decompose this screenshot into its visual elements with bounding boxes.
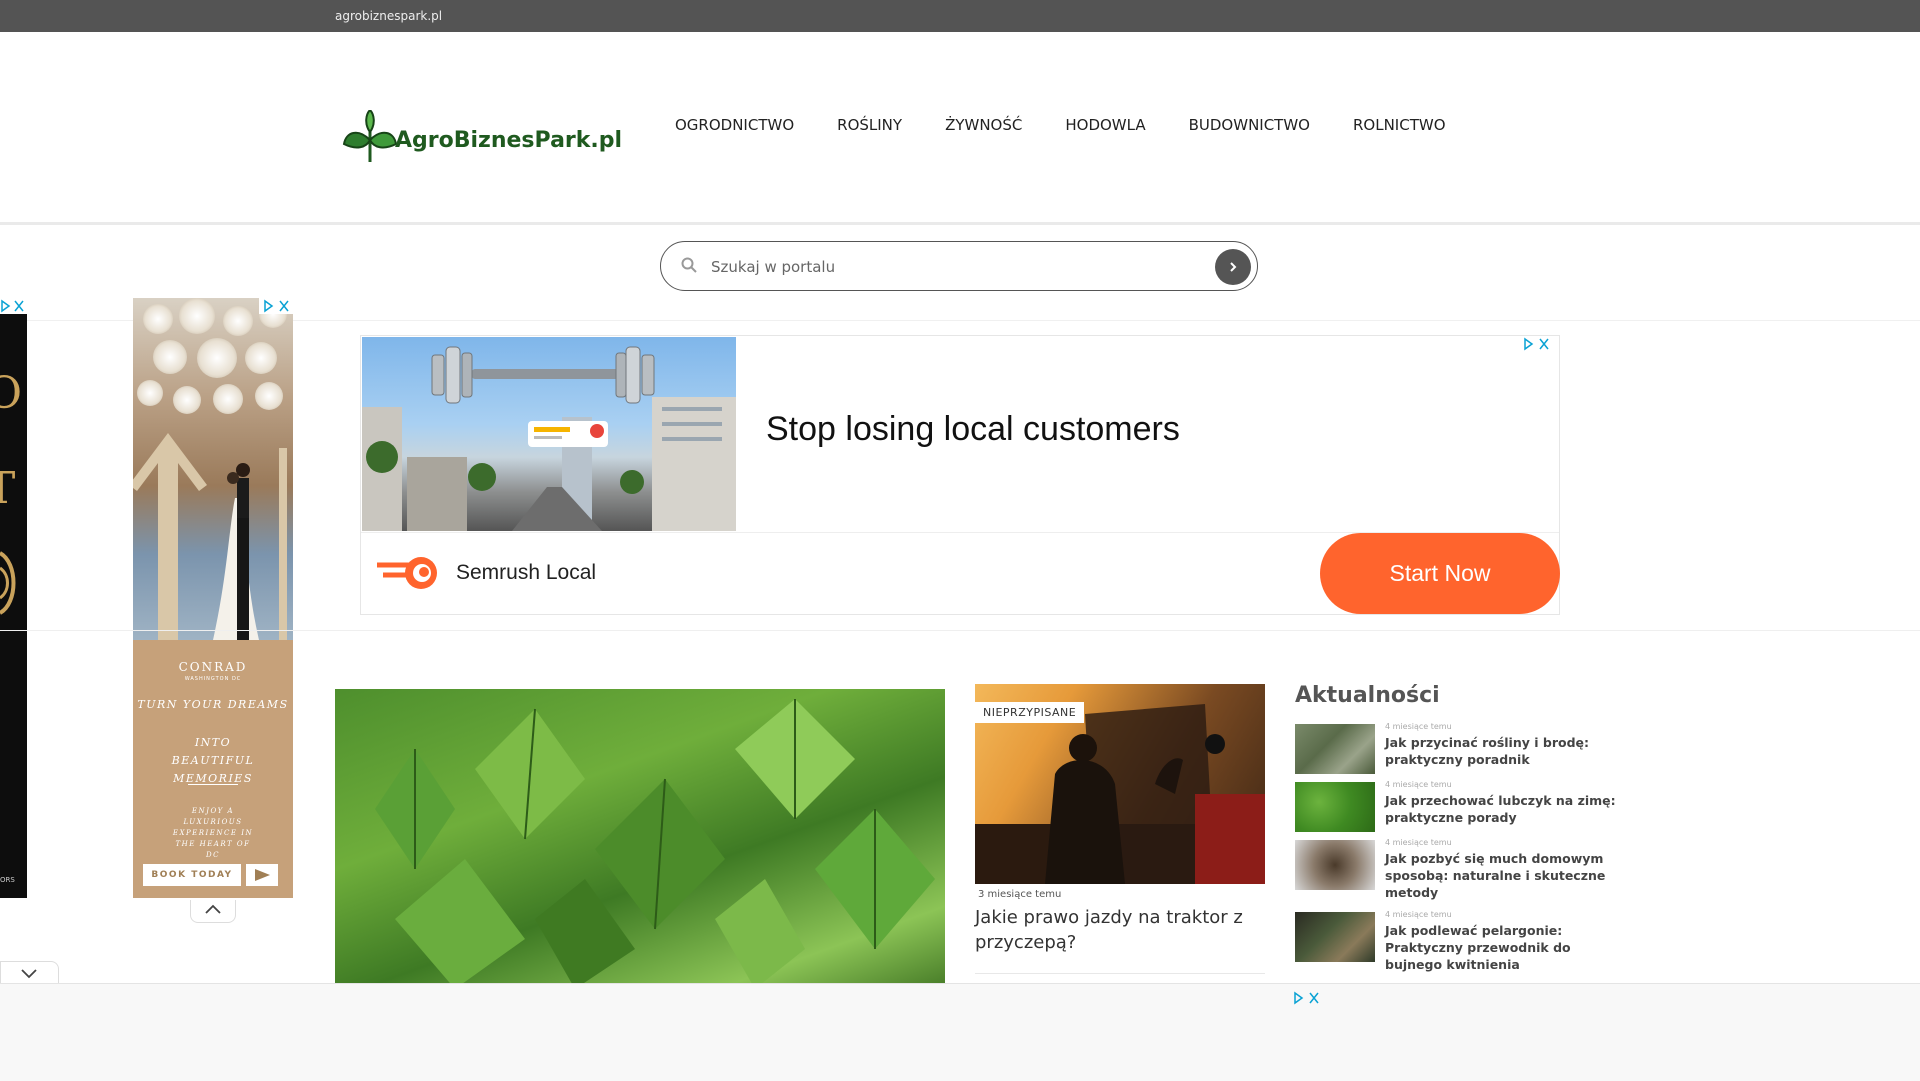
banner-ad[interactable]: Stop losing local customers Semrush Loca… (360, 335, 1560, 615)
news-item[interactable]: 4 miesiące temu Jak pozbyć się much domo… (1295, 838, 1625, 901)
news-date: 4 miesiące temu (1385, 722, 1452, 731)
adchoices-badge[interactable] (1519, 336, 1553, 352)
search-icon (681, 257, 697, 273)
ad-photo (133, 298, 293, 640)
news-date: 4 miesiące temu (1385, 780, 1452, 789)
ad-footer: Semrush Local Start Now (361, 532, 1560, 615)
bottom-anchor-ad[interactable] (0, 983, 1920, 1081)
adchoices-badge[interactable] (1293, 990, 1327, 1010)
nav-item-hodowla[interactable]: HODOWLA (1065, 116, 1145, 134)
adchoices-badge[interactable] (259, 298, 293, 314)
news-thumbnail (1295, 912, 1375, 962)
article-date: 3 miesiące temu (978, 889, 1062, 900)
site-domain: agrobiznespark.pl (335, 9, 443, 23)
search-input[interactable] (709, 252, 1163, 282)
semrush-logo-icon (377, 557, 437, 589)
expand-bottom-ad-tab[interactable] (0, 961, 59, 985)
adchoices-icon (264, 299, 289, 313)
adchoices-icon (1294, 991, 1319, 1005)
ad-photo-art (133, 433, 287, 640)
section-divider (0, 630, 1920, 631)
adchoices-badge[interactable] (0, 298, 27, 314)
ad-brand-name: Semrush Local (456, 561, 597, 584)
adchoices-icon (1524, 337, 1549, 351)
dumbbell-city-art (362, 346, 736, 531)
nav-item-ogrodnictwo[interactable]: OGRODNICTWO (675, 116, 794, 134)
ad-ornament (0, 551, 16, 615)
tower-ad[interactable]: CONRAD WASHINGTON DC TURN YOUR DREAMS IN… (133, 298, 293, 898)
site-logo[interactable]: AgroBiznesPark.pl (340, 98, 623, 188)
news-item[interactable]: 4 miesiące temu Jak przechować lubczyk n… (1295, 780, 1625, 842)
top-bar: agrobiznespark.pl (0, 0, 1920, 32)
site-header: AgroBiznesPark.pl OGRODNICTWO ROŚLINY ŻY… (0, 32, 1920, 225)
hero-article-image[interactable] (335, 689, 945, 984)
featured-article-image[interactable]: NIEPRZYPISANE (975, 684, 1265, 884)
article-title[interactable]: Jakie prawo jazdy na traktor z przyczepą… (975, 905, 1265, 955)
news-thumbnail (1295, 724, 1375, 774)
news-title[interactable]: Jak przechować lubczyk na zimę: praktycz… (1385, 792, 1625, 826)
news-date: 4 miesiące temu (1385, 910, 1452, 919)
ad-divider (188, 784, 238, 785)
news-item[interactable]: 4 miesiące temu Jak przycinać rośliny i … (1295, 722, 1625, 784)
search-box (660, 241, 1258, 291)
chevron-down-icon (21, 969, 37, 979)
news-title[interactable]: Jak przycinać rośliny i brodę: praktyczn… (1385, 734, 1625, 768)
ad-tagline-2: INTO BEAUTIFUL MEMORIES (171, 736, 255, 785)
news-thumbnail (1295, 840, 1375, 890)
adchoices-icon (1, 299, 24, 313)
category-badge[interactable]: NIEPRZYPISANE (975, 702, 1085, 723)
ad-tagline-3: ENJOY A LUXURIOUS EXPERIENCE IN THE HEAR… (172, 807, 254, 859)
main-nav: OGRODNICTWO ROŚLINY ŻYWNOŚĆ HODOWLA BUDO… (675, 116, 1489, 134)
news-thumbnail (1295, 782, 1375, 832)
nav-item-zywnosc[interactable]: ŻYWNOŚĆ (945, 116, 1022, 134)
ad-brand-sub: WASHINGTON DC (184, 676, 242, 682)
play-button[interactable] (246, 864, 278, 886)
book-today-button[interactable]: BOOK TODAY (143, 864, 241, 886)
nettle-leaves-art (375, 699, 935, 984)
ad-image (362, 337, 736, 531)
chevron-right-icon (1230, 262, 1237, 272)
ad-brand: CONRAD (178, 660, 248, 674)
search-submit-button[interactable] (1215, 249, 1251, 285)
play-icon (255, 869, 270, 881)
ad-headline: Stop losing local customers (766, 410, 1180, 448)
nav-item-rolnictwo[interactable]: ROLNICTWO (1353, 116, 1446, 134)
ad-glyph: T (0, 463, 16, 514)
ad-tagline-1: TURN YOUR DREAMS (137, 698, 289, 711)
nav-item-budownictwo[interactable]: BUDOWNICTWO (1189, 116, 1310, 134)
article-divider (975, 973, 1265, 974)
leaf-logo-icon (342, 110, 398, 162)
collapse-ad-tab[interactable] (190, 900, 236, 923)
ad-footer-text: ORS (0, 876, 15, 884)
news-date: 4 miesiące temu (1385, 838, 1452, 847)
chevron-up-icon (205, 904, 221, 914)
logo-text: AgroBiznesPark.pl (395, 128, 623, 153)
news-item[interactable]: 4 miesiące temu Jak podlewać pelargonie:… (1295, 910, 1625, 973)
news-title[interactable]: Jak podlewać pelargonie: Praktyczny prze… (1385, 922, 1625, 973)
ad-glyph: O (0, 368, 23, 419)
nav-item-rosliny[interactable]: ROŚLINY (837, 116, 902, 134)
news-heading: Aktualności (1295, 683, 1440, 708)
start-now-button[interactable]: Start Now (1320, 533, 1560, 614)
news-title[interactable]: Jak pozbyć się much domowym sposobą: nat… (1385, 850, 1625, 901)
left-edge-ad[interactable]: O T ORS (0, 298, 27, 898)
